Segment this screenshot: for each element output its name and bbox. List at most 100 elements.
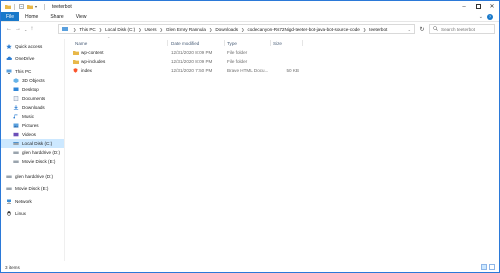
drive-icon: [6, 186, 12, 191]
column-header-size[interactable]: Size: [273, 39, 282, 47]
chevron-down-icon[interactable]: ▾: [35, 4, 40, 9]
download-icon: [13, 105, 19, 110]
properties-icon[interactable]: [19, 4, 24, 9]
breadcrumb-local-disk[interactable]: Local Disk (C:): [105, 27, 135, 32]
breadcrumb-this-pc[interactable]: This PC: [79, 27, 95, 32]
chevron-right-icon[interactable]: ❯: [209, 27, 212, 32]
window-controls: – ✕: [457, 1, 499, 12]
up-arrow-icon[interactable]: ↑: [30, 26, 33, 32]
nav-quick-access[interactable]: Quick access: [6, 42, 42, 51]
address-bar[interactable]: ❯ This PC ❯ Local Disk (C:) ❯ Users ❯ Gl…: [58, 24, 415, 34]
this-pc-icon: [62, 27, 68, 31]
nav-label: Quick access: [15, 44, 43, 49]
table-row[interactable]: wp-content 12/31/2020 8:09 PM File folde…: [67, 48, 317, 57]
chevron-right-icon[interactable]: ❯: [160, 27, 163, 32]
ribbon-right-controls: ⌄ ?: [479, 12, 493, 22]
search-input[interactable]: [441, 26, 493, 32]
minimize-button[interactable]: –: [457, 1, 471, 12]
large-icons-view-icon[interactable]: [489, 264, 495, 270]
divider: [224, 40, 225, 46]
chevron-down-icon[interactable]: ⌄: [408, 27, 411, 32]
nav-documents[interactable]: Documents: [13, 94, 45, 103]
nav-downloads[interactable]: Downloads: [13, 103, 45, 112]
new-folder-icon[interactable]: [27, 4, 33, 9]
nav-pictures[interactable]: Pictures: [13, 121, 39, 130]
nav-glen-harddrive-d-root[interactable]: glen harddrive (D:): [6, 172, 53, 181]
title-bar: ▾ teeterbot – ✕: [1, 1, 499, 12]
file-date: 12/31/2020 8:09 PM: [171, 50, 213, 55]
status-bar: 3 items: [1, 263, 499, 272]
nav-label: Network: [15, 199, 32, 204]
breadcrumb-teeterbot[interactable]: teeterbot: [369, 27, 387, 32]
quick-access-toolbar: ▾ teeterbot: [1, 1, 72, 12]
cloud-icon: [6, 56, 12, 61]
navigation-pane: Quick access OneDrive This PC 3D Objects…: [1, 39, 65, 261]
nav-movie-disck-e[interactable]: Movie Disck (E:): [13, 157, 55, 166]
divider: [14, 3, 15, 10]
back-arrow-icon[interactable]: ←: [6, 26, 12, 32]
nav-this-pc[interactable]: This PC: [6, 67, 31, 76]
file-date: 12/31/2020 8:09 PM: [171, 59, 213, 64]
breadcrumb-user[interactable]: Glen Emry Rannula: [166, 27, 206, 32]
file-name-cell: index: [73, 66, 92, 75]
column-header-type[interactable]: Type: [227, 39, 237, 47]
chevron-right-icon[interactable]: ❯: [241, 27, 244, 32]
explorer-window: ▾ teeterbot – ✕ File Home Share View ⌄ ?…: [0, 0, 500, 273]
nav-label: Music: [22, 114, 34, 119]
drive-icon: [13, 141, 19, 146]
table-row[interactable]: index 12/31/2020 7:50 PM Brave HTML Docu…: [67, 66, 317, 75]
chevron-right-icon[interactable]: ❯: [73, 27, 76, 32]
folder-icon: [73, 59, 79, 64]
nav-desktop[interactable]: Desktop: [13, 85, 39, 94]
pictures-icon: [13, 123, 19, 128]
column-header-name[interactable]: Name: [75, 39, 87, 47]
file-list: ⌃ Name Date modified Type Size wp-conten…: [67, 36, 497, 261]
details-view-icon[interactable]: [481, 264, 487, 270]
chevron-right-icon[interactable]: ❯: [138, 27, 141, 32]
tab-home[interactable]: Home: [19, 12, 44, 21]
chevron-right-icon[interactable]: ❯: [363, 27, 366, 32]
maximize-button[interactable]: [471, 1, 485, 12]
close-button[interactable]: ✕: [485, 1, 499, 12]
nav-music[interactable]: Music: [13, 112, 34, 121]
column-header-date[interactable]: Date modified: [171, 39, 199, 47]
tab-share[interactable]: Share: [44, 12, 69, 21]
tab-view[interactable]: View: [70, 12, 93, 21]
tab-file[interactable]: File: [1, 12, 19, 21]
breadcrumb-codecanyon[interactable]: codecanyon-Rs72Nigd-teeter-bot-java-bot-…: [247, 27, 359, 32]
divider: [44, 3, 45, 10]
file-name: wp-content: [81, 50, 104, 55]
desktop-icon: [13, 87, 19, 92]
chevron-down-icon[interactable]: ⌄: [479, 14, 483, 20]
breadcrumb-downloads[interactable]: Downloads: [215, 27, 238, 32]
nav-videos[interactable]: Videos: [13, 130, 36, 139]
nav-network[interactable]: Network: [6, 197, 32, 206]
file-type: Brave HTML Docu...: [227, 68, 269, 73]
refresh-button[interactable]: ↻: [417, 24, 427, 34]
star-icon: [6, 44, 12, 49]
divider: [167, 40, 168, 46]
network-icon: [6, 199, 12, 204]
drive-icon: [6, 174, 12, 179]
nav-glen-harddrive-d[interactable]: glen harddrive (D:): [13, 148, 60, 157]
chevron-right-icon[interactable]: ❯: [99, 27, 102, 32]
help-icon[interactable]: ?: [487, 14, 493, 20]
nav-movie-disck-e-root[interactable]: Movie Disck (E:): [6, 184, 48, 193]
minimize-icon: –: [462, 3, 466, 10]
file-name-cell: wp-includes: [73, 57, 105, 66]
breadcrumb-users[interactable]: Users: [145, 27, 157, 32]
drive-icon: [13, 159, 19, 164]
nav-3d-objects[interactable]: 3D Objects: [13, 76, 45, 85]
nav-local-disk-c[interactable]: Local Disk (C:): [1, 139, 64, 148]
search-box[interactable]: [429, 24, 495, 34]
forward-arrow-icon[interactable]: →: [15, 26, 21, 32]
nav-label: Movie Disck (E:): [15, 186, 49, 191]
nav-linux[interactable]: Linux: [6, 209, 26, 218]
drive-icon: [13, 150, 19, 155]
chevron-down-icon[interactable]: ⌄: [24, 27, 27, 32]
search-icon: [433, 26, 438, 32]
divider: [270, 40, 271, 46]
file-date: 12/31/2020 7:50 PM: [171, 68, 213, 73]
nav-onedrive[interactable]: OneDrive: [6, 54, 34, 63]
table-row[interactable]: wp-includes 12/31/2020 8:09 PM File fold…: [67, 57, 317, 66]
